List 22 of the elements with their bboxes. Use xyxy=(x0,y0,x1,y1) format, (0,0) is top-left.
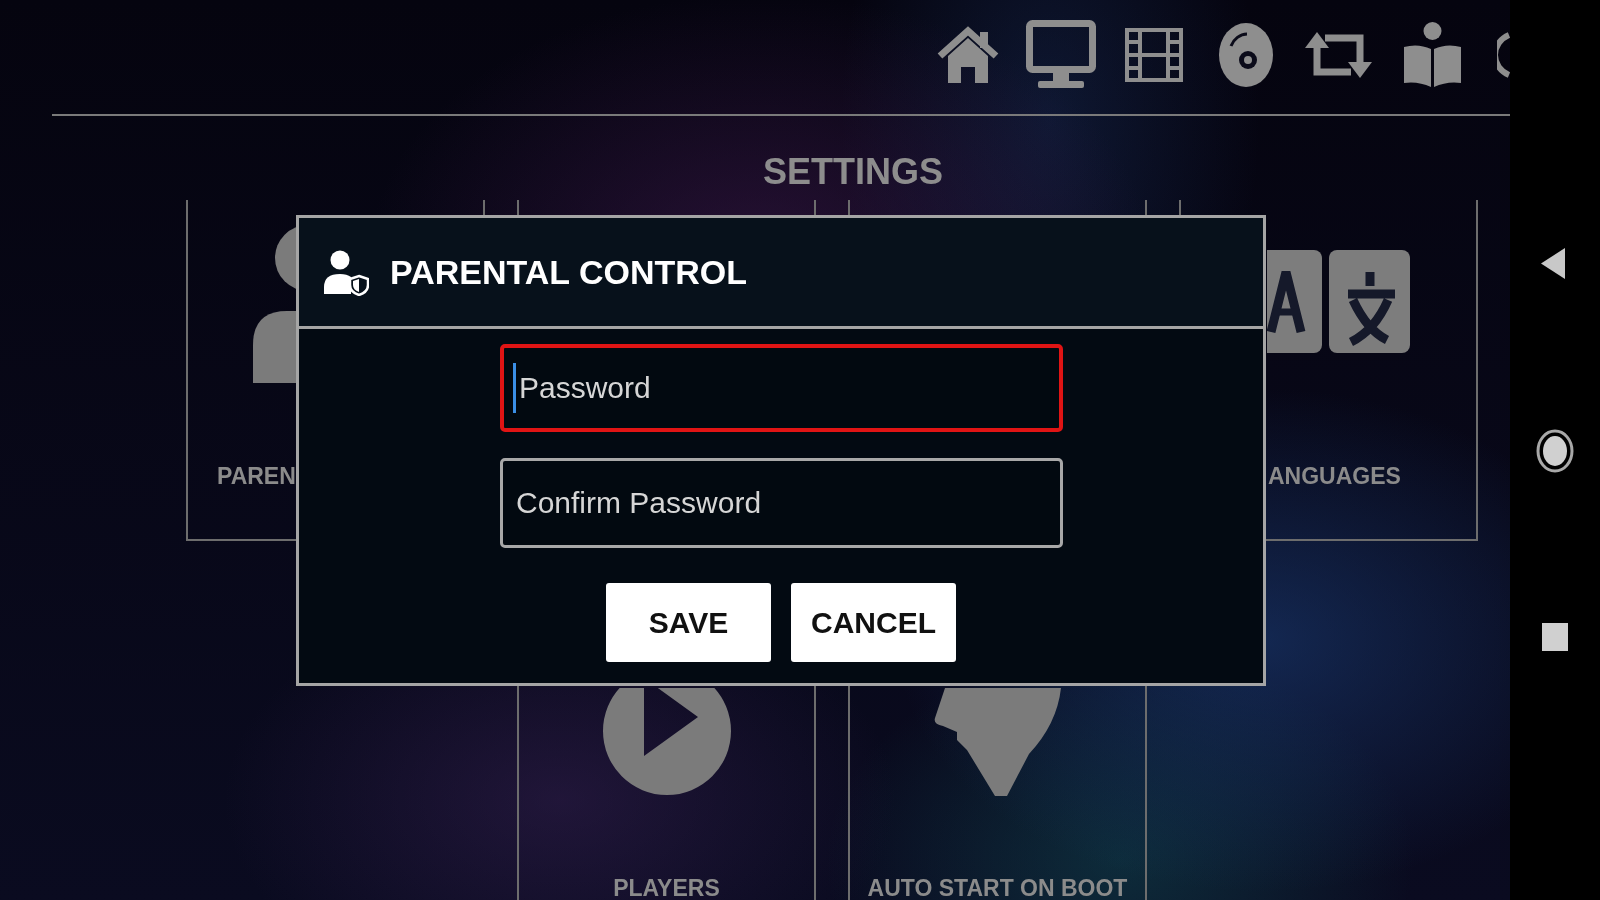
cancel-button[interactable]: CANCEL xyxy=(791,583,956,662)
triangle-back-icon[interactable] xyxy=(1541,248,1565,279)
confirm-password-field[interactable]: Confirm Password xyxy=(500,458,1063,548)
circle-home-icon[interactable] xyxy=(1536,429,1574,473)
tile-label: ANGUAGES xyxy=(1268,463,1401,489)
user-shield-icon xyxy=(323,248,369,296)
arc-icon[interactable] xyxy=(1497,32,1510,78)
password-field[interactable]: Password xyxy=(500,344,1063,432)
save-button[interactable]: SAVE xyxy=(606,583,771,662)
dialog-title: PARENTAL CONTROL xyxy=(390,252,747,293)
person-icon xyxy=(253,225,296,383)
disc-icon[interactable] xyxy=(1218,22,1274,88)
book-reader-icon[interactable] xyxy=(1402,21,1463,89)
tile-label: PAREN xyxy=(217,463,296,489)
tile-label: PLAYERS xyxy=(613,876,720,900)
tile-label: AUTO START ON BOOT xyxy=(867,876,1128,900)
home-icon[interactable] xyxy=(937,25,999,85)
monitor-icon[interactable] xyxy=(1026,20,1096,90)
page-title: SETTINGS xyxy=(763,150,943,194)
translate-icon xyxy=(1267,250,1410,353)
play-icon xyxy=(600,688,733,796)
film-strip-icon[interactable] xyxy=(1125,28,1183,82)
